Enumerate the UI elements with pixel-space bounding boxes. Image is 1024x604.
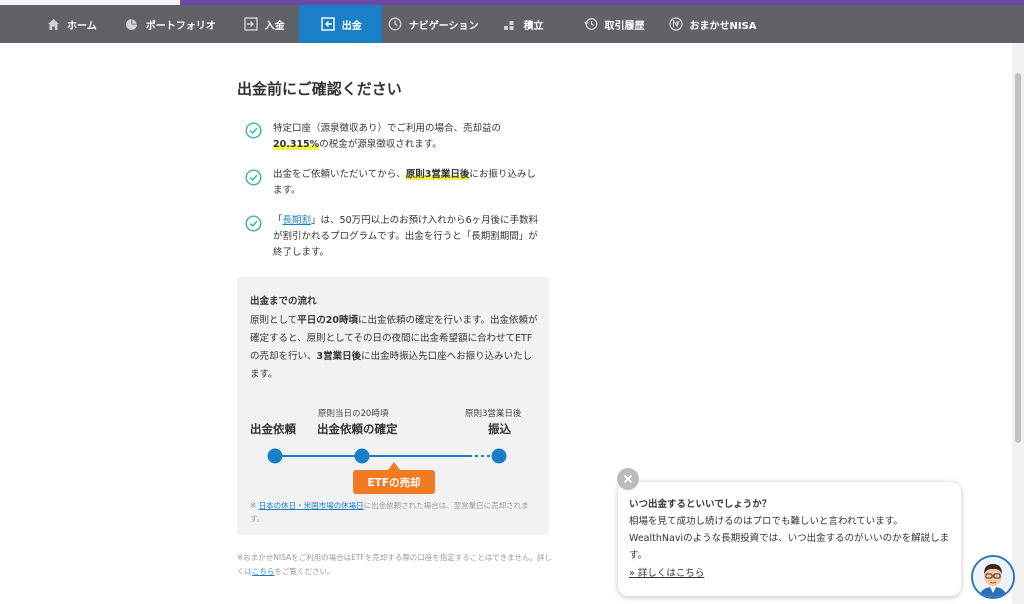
- nav-item-home[interactable]: ホーム: [0, 5, 111, 43]
- highlight-tax-rate: 20.315%: [273, 139, 320, 150]
- compass-icon: [388, 17, 402, 31]
- timeline-dot-transfer: [491, 448, 507, 464]
- timeline-dot-request: [267, 448, 283, 464]
- page-scrollbar[interactable]: [1012, 43, 1024, 604]
- stack-icon: [503, 17, 517, 31]
- nav-label: おまかせNISA: [689, 20, 757, 32]
- pie-chart-icon: [125, 17, 139, 31]
- scrollbar-thumb[interactable]: [1015, 73, 1021, 443]
- nisa-details-link[interactable]: こちら: [252, 567, 275, 576]
- nav-item-history[interactable]: 取引履歴: [558, 5, 659, 43]
- popup-details-link[interactable]: » 詳しくはこちら: [629, 565, 704, 579]
- note-text: ※: [250, 501, 259, 510]
- nav-label: ポートフォリオ: [145, 20, 216, 32]
- check-circle-icon: [245, 215, 262, 232]
- nav-item-tsumitate[interactable]: 積立: [493, 5, 558, 43]
- close-icon[interactable]: [617, 468, 639, 490]
- deposit-icon: [244, 17, 258, 31]
- advisor-face-icon: [973, 557, 1013, 597]
- choukiwari-link[interactable]: 長期割: [283, 215, 312, 226]
- nav-item-withdraw[interactable]: 出金: [298, 5, 382, 43]
- page-title: 出金前にご確認ください: [237, 80, 402, 98]
- nav-label: ナビゲーション: [408, 20, 479, 32]
- check-text: の税金が源泉徴収されます。: [319, 139, 442, 150]
- timeline-dot-confirm: [354, 448, 370, 464]
- check-text: 出金をご依頼いただいてから、: [273, 169, 406, 180]
- history-icon: [583, 17, 598, 31]
- nav-item-omakase-nisa[interactable]: おまかせNISA: [659, 5, 771, 43]
- nav-label: ホーム: [67, 20, 97, 32]
- advisor-avatar[interactable]: [971, 555, 1015, 599]
- withdraw-icon: [321, 17, 335, 31]
- etf-sale-badge: ETFの売却: [353, 462, 435, 494]
- check-text: 「: [273, 215, 283, 226]
- flow-note: ※ 日本の休日・米国市場の休場日に出金依頼された場合は、翌営業日に売却されます。: [250, 499, 542, 525]
- check-circle-icon: [245, 169, 262, 186]
- home-icon: [46, 17, 60, 31]
- check-circle-icon: [245, 122, 262, 139]
- popup-body: 相場を見て成功し続けるのはプロでも難しいと言われています。WealthNaviの…: [629, 516, 950, 561]
- nav-label: 取引履歴: [604, 20, 645, 32]
- holiday-link[interactable]: 日本の休日・米国市場の休場日: [259, 501, 364, 510]
- note-text: をご覧ください。: [274, 567, 335, 576]
- nav-item-deposit[interactable]: 入金: [230, 5, 299, 43]
- check-text: 特定口座（源泉徴収あり）でご利用の場合、売却益の: [273, 123, 502, 134]
- nisa-note: ※おまかせNISAをご利用の場合はETFを売却する際の口座を指定することはできま…: [237, 551, 557, 579]
- advice-popup: いつ出金するといいでしょうか？ 相場を見て成功し続けるのはプロでも難しいと言われ…: [618, 482, 961, 596]
- check-item-tax: 特定口座（源泉徴収あり）でご利用の場合、売却益の 20.315%の税金が源泉徴収さ…: [273, 121, 543, 153]
- check-item-choukiwari: 「長期割」は、50万円以上のお預け入れから6ヶ月後に手数料が割引かれるプログラム…: [273, 213, 543, 261]
- withdrawal-flow-panel: 出金までの流れ 原則として平日の20時頃に出金依頼の確定を行います。出金依頼が確…: [237, 277, 549, 535]
- check-item-transfer: 出金をご依頼いただいてから、原則3営業日後にお振り込みします。: [273, 167, 543, 199]
- nav-label: 積立: [523, 20, 544, 32]
- flow-timeline: [267, 448, 507, 464]
- popup-title: いつ出金するといいでしょうか？: [629, 499, 772, 510]
- nisa-icon: [668, 17, 683, 31]
- nav-item-navigation[interactable]: ナビゲーション: [382, 5, 493, 43]
- check-text: 」は、50万円以上のお預け入れから6ヶ月後に手数料が割引かれるプログラムです。出…: [273, 215, 539, 258]
- highlight-business-days: 原則3営業日後: [405, 169, 470, 180]
- nav-item-portfolio[interactable]: ポートフォリオ: [111, 5, 230, 43]
- global-nav: ホーム ポートフォリオ 入金 出金 ナビゲーション 積立 取引履歴 おまかせNI…: [0, 5, 1024, 43]
- nav-label: 入金: [264, 20, 285, 32]
- nav-label: 出金: [341, 20, 362, 32]
